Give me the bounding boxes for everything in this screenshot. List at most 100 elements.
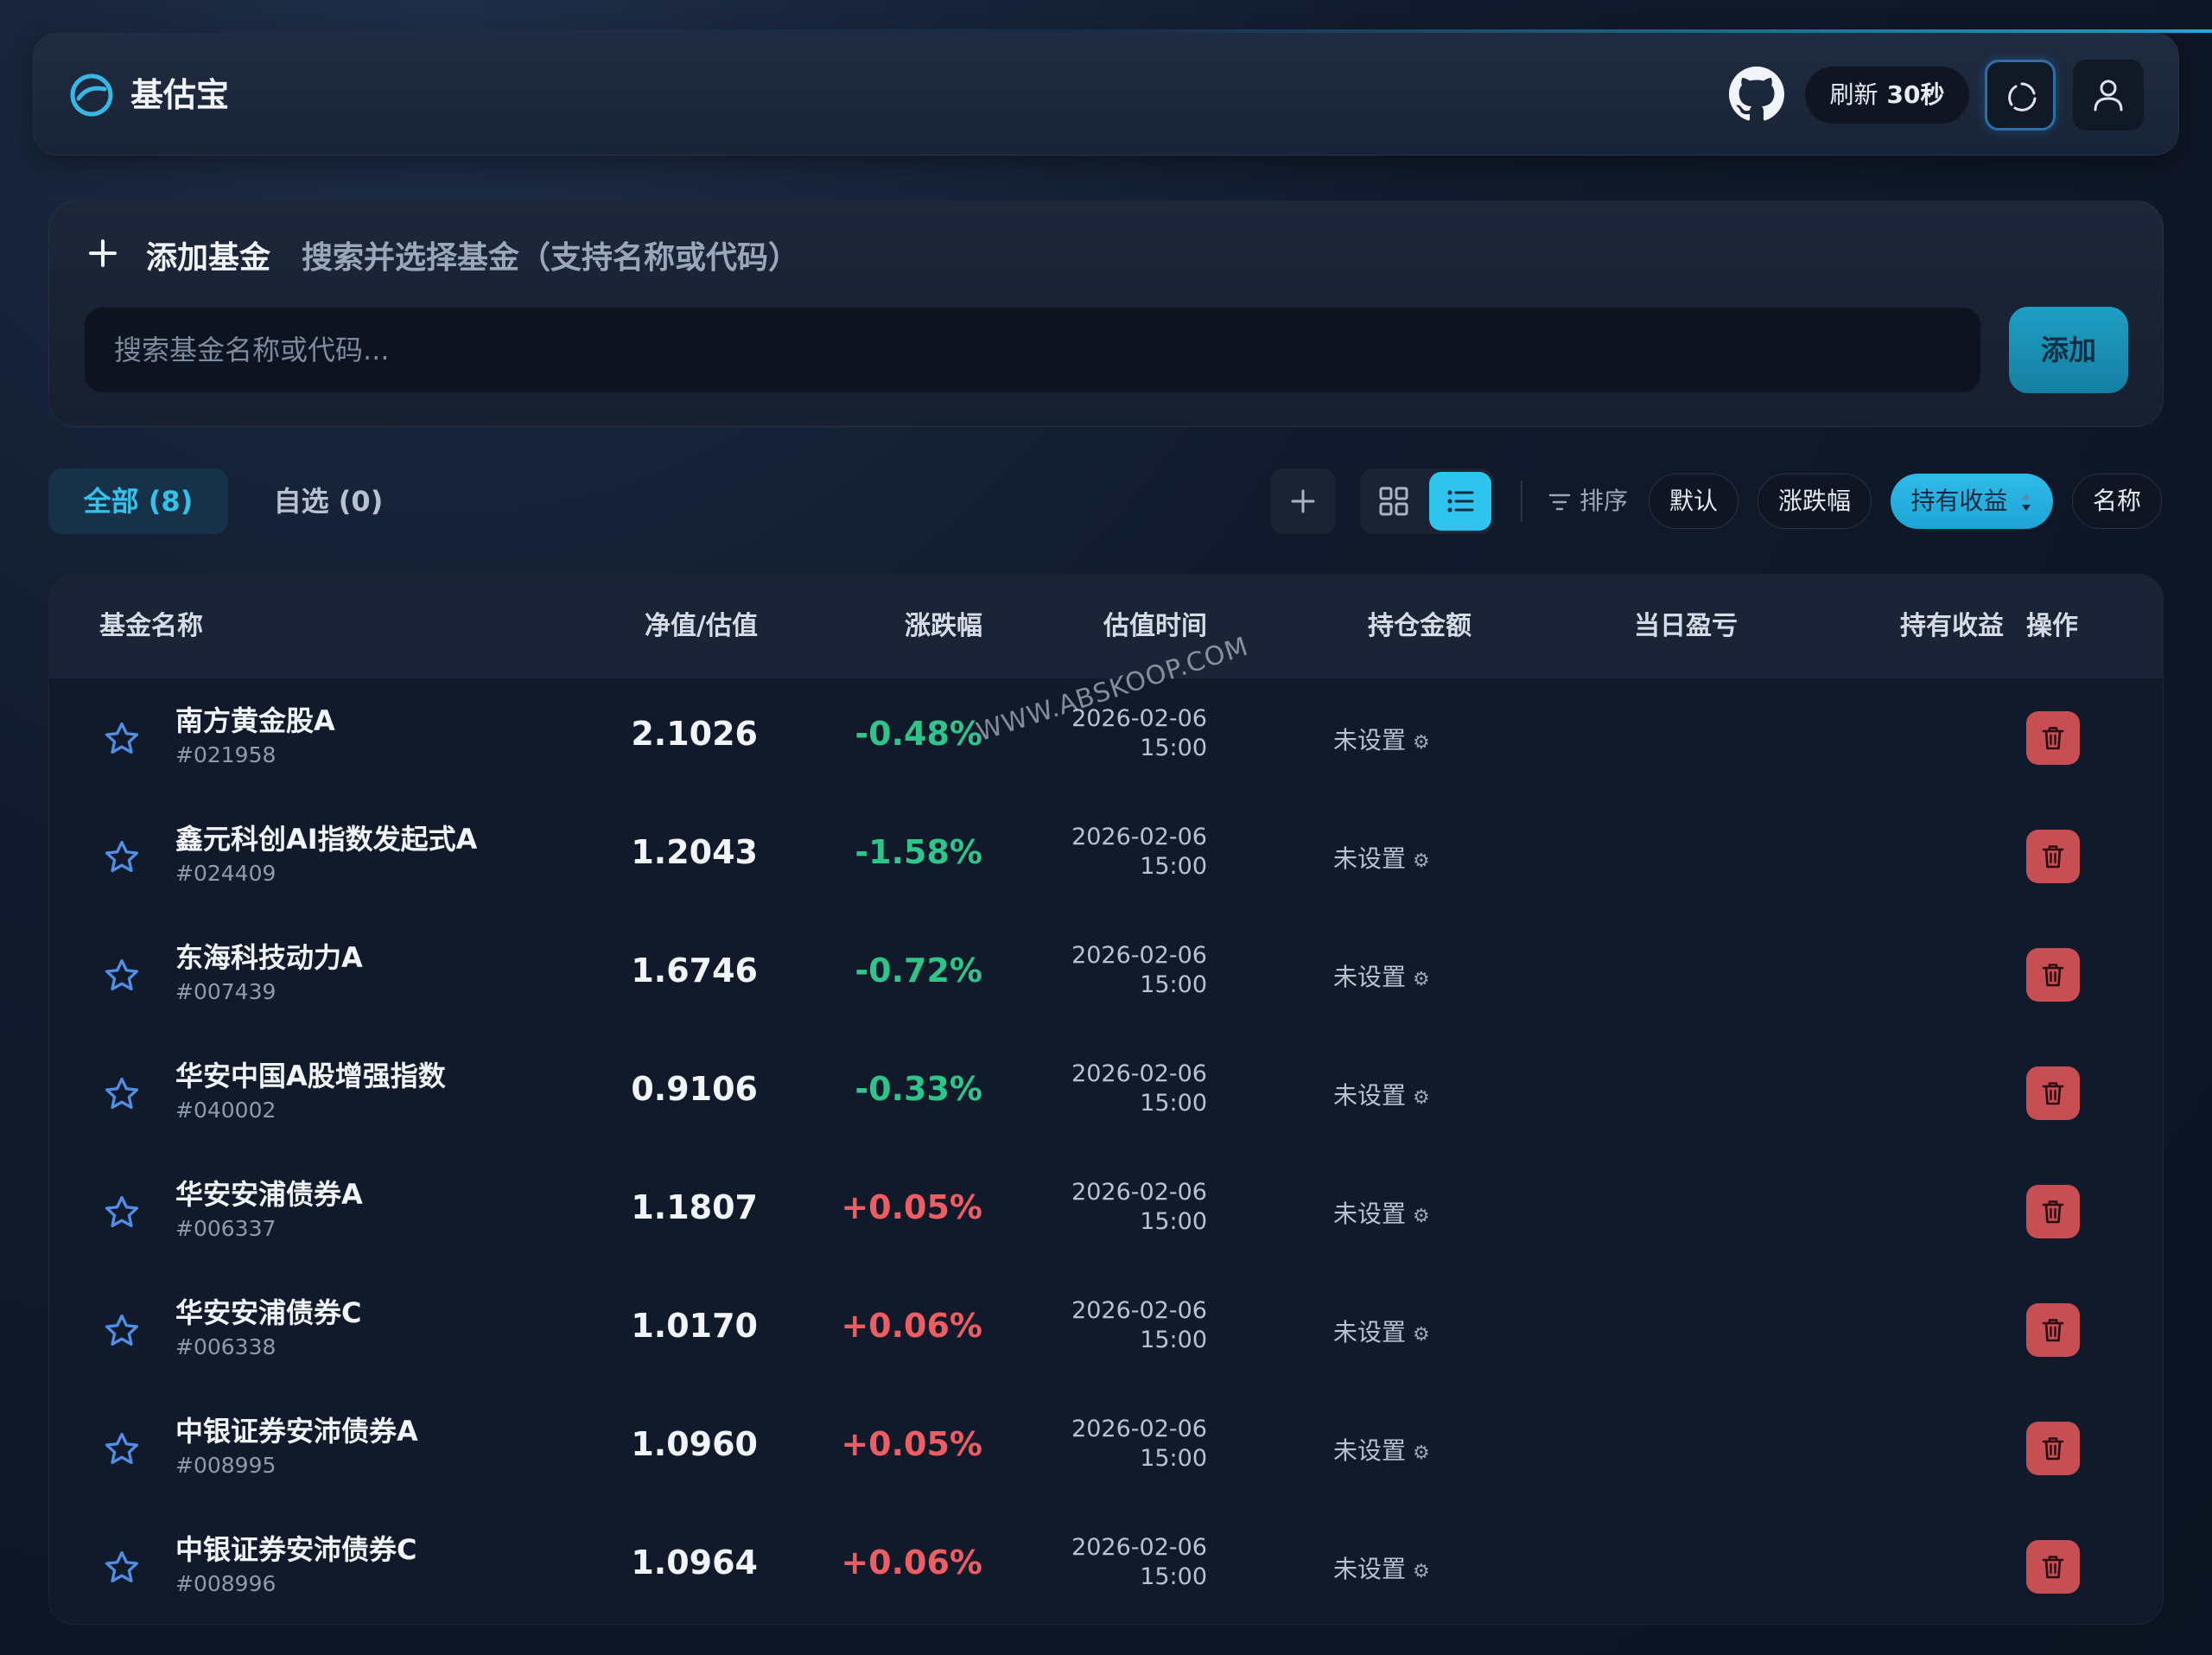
gear-icon[interactable]: ⚙ — [1413, 1561, 1430, 1582]
fund-nav: 1.0964 — [631, 1544, 758, 1582]
star-icon[interactable] — [103, 1430, 141, 1468]
github-icon[interactable] — [1729, 67, 1784, 122]
sort-label: 排序 — [1548, 481, 1628, 522]
refresh-label: 刷新 — [1829, 80, 1878, 109]
table-row[interactable]: 华安中国A股增强指数 #040002 0.9106 -0.33% 2026-02-06 1… — [49, 1034, 2163, 1152]
fund-nav: 1.0960 — [631, 1425, 758, 1463]
col-daily-pl: 当日盈亏 — [1634, 611, 1738, 641]
fund-nav: 1.0170 — [631, 1307, 758, 1345]
valuation-clock: 15:00 — [1140, 1090, 1207, 1117]
delete-button[interactable] — [2026, 1185, 2080, 1238]
fund-code: #006337 — [175, 1216, 276, 1241]
sort-name[interactable]: 名称 — [2072, 474, 2162, 529]
list-icon — [1447, 490, 1474, 512]
star-icon[interactable] — [103, 1312, 141, 1350]
trash-icon — [2042, 964, 2064, 987]
fund-nav: 2.1026 — [631, 715, 758, 753]
valuation-date: 2026-02-06 — [1071, 1534, 1207, 1561]
sort-holding-profit[interactable]: 持有收益 — [1891, 474, 2053, 529]
star-icon[interactable] — [103, 1549, 141, 1587]
star-icon[interactable] — [103, 1075, 141, 1113]
fund-nav: 0.9106 — [631, 1070, 758, 1108]
fund-change: +0.06% — [841, 1544, 982, 1582]
gear-icon[interactable]: ⚙ — [1413, 1206, 1430, 1227]
fund-name[interactable]: 南方黄金股A — [175, 699, 335, 739]
delete-button[interactable] — [2026, 830, 2080, 883]
trash-icon — [2042, 1082, 2064, 1105]
fund-table: 基金名称 净值/估值 涨跌幅 估值时间 持仓金额 当日盈亏 持有收益 操作 南方… — [48, 574, 2164, 1625]
fund-name[interactable]: 华安安浦债券A — [175, 1173, 363, 1213]
gear-icon[interactable]: ⚙ — [1413, 850, 1430, 872]
table-row[interactable]: 中银证券安沛债券C #008996 1.0964 +0.06% 2026-02-06 15… — [49, 1507, 2163, 1624]
sort-holding-profit-label: 持有收益 — [1910, 487, 2008, 515]
sort-default[interactable]: 默认 — [1649, 474, 1738, 529]
star-icon[interactable] — [103, 720, 141, 758]
col-fund-name: 基金名称 — [99, 611, 203, 641]
add-fund-subtitle: 搜索并选择基金（支持名称或代码） — [302, 240, 800, 276]
list-view-button[interactable] — [1429, 472, 1491, 531]
plus-icon — [1291, 489, 1315, 513]
delete-button[interactable] — [2026, 711, 2080, 765]
refresh-interval-pill[interactable]: 刷新 30秒 — [1805, 67, 1969, 124]
table-row[interactable]: 中银证券安沛债券A #008995 1.0960 +0.05% 2026-02-06 15… — [49, 1389, 2163, 1507]
holding-amount[interactable]: 未设置 ⚙ — [1333, 1432, 1430, 1467]
delete-button[interactable] — [2026, 1066, 2080, 1120]
holding-amount[interactable]: 未设置 ⚙ — [1333, 1314, 1430, 1348]
fund-name[interactable]: 华安中国A股增强指数 — [175, 1054, 446, 1094]
fund-nav: 1.1807 — [631, 1188, 758, 1226]
fund-name[interactable]: 华安安浦债券C — [175, 1291, 362, 1331]
app-title: 基估宝 — [130, 76, 230, 114]
star-icon[interactable] — [103, 1194, 141, 1232]
add-group-button[interactable] — [1270, 468, 1336, 534]
fund-code: #024409 — [175, 861, 276, 886]
delete-button[interactable] — [2026, 1303, 2080, 1357]
gear-icon[interactable]: ⚙ — [1413, 732, 1430, 754]
gear-icon[interactable]: ⚙ — [1413, 1087, 1430, 1109]
holding-amount[interactable]: 未设置 ⚙ — [1333, 1550, 1430, 1585]
delete-button[interactable] — [2026, 948, 2080, 1002]
fund-code: #006338 — [175, 1334, 276, 1359]
valuation-clock: 15:00 — [1140, 1327, 1207, 1353]
fund-name[interactable]: 鑫元科创AI指数发起式A — [175, 818, 477, 857]
fund-code: #008996 — [175, 1571, 276, 1596]
col-holding-amount: 持仓金额 — [1368, 611, 1471, 641]
gear-icon[interactable]: ⚙ — [1413, 1442, 1430, 1464]
holding-amount[interactable]: 未设置 ⚙ — [1333, 1195, 1430, 1230]
table-header: 基金名称 净值/估值 涨跌幅 估值时间 持仓金额 当日盈亏 持有收益 操作 — [49, 575, 2163, 678]
fund-search-input[interactable] — [84, 307, 1981, 393]
user-button[interactable] — [2073, 60, 2144, 130]
holding-amount[interactable]: 未设置 ⚙ — [1333, 722, 1430, 756]
add-fund-button[interactable]: 添加 — [2009, 307, 2128, 393]
fund-change: -0.72% — [855, 952, 982, 990]
valuation-time: 2026-02-06 15:00 — [1034, 823, 1207, 882]
table-row[interactable]: 鑫元科创AI指数发起式A #024409 1.2043 -1.58% 2026-02-0… — [49, 797, 2163, 915]
trash-icon — [2042, 1200, 2064, 1224]
valuation-time: 2026-02-06 15:00 — [1034, 1296, 1207, 1355]
table-row[interactable]: 东海科技动力A #007439 1.6746 -0.72% 2026-02-06 15:0… — [49, 915, 2163, 1034]
gear-icon[interactable]: ⚙ — [1413, 1324, 1430, 1346]
star-icon[interactable] — [103, 957, 141, 995]
table-row[interactable]: 华安安浦债券C #006338 1.0170 +0.06% 2026-02-06 15:0… — [49, 1270, 2163, 1389]
sort-change[interactable]: 涨跌幅 — [1758, 474, 1872, 529]
delete-button[interactable] — [2026, 1422, 2080, 1475]
refresh-icon — [2008, 82, 2037, 111]
delete-button[interactable] — [2026, 1540, 2080, 1594]
table-row[interactable]: 华安安浦债券A #006337 1.1807 +0.05% 2026-02-06 15:0… — [49, 1152, 2163, 1270]
fund-name[interactable]: 中银证券安沛债券A — [175, 1410, 418, 1449]
grid-view-button[interactable] — [1360, 468, 1427, 534]
fund-name[interactable]: 中银证券安沛债券C — [175, 1528, 417, 1568]
holding-amount[interactable]: 未设置 ⚙ — [1333, 1077, 1430, 1111]
holding-amount-value: 未设置 — [1333, 1436, 1407, 1465]
fund-code: #040002 — [175, 1098, 276, 1123]
tab-all[interactable]: 全部 (8) — [48, 468, 228, 534]
valuation-time: 2026-02-06 15:00 — [1034, 1060, 1207, 1118]
tab-favorites[interactable]: 自选 (0) — [238, 468, 418, 534]
gear-icon[interactable]: ⚙ — [1413, 969, 1430, 990]
holding-amount[interactable]: 未设置 ⚙ — [1333, 958, 1430, 993]
filter-icon — [1548, 493, 1571, 511]
star-icon[interactable] — [103, 838, 141, 876]
holding-amount[interactable]: 未设置 ⚙ — [1333, 840, 1430, 875]
refresh-button[interactable] — [1985, 60, 2056, 130]
fund-name[interactable]: 东海科技动力A — [175, 936, 363, 976]
holding-amount-value: 未设置 — [1333, 1081, 1407, 1110]
